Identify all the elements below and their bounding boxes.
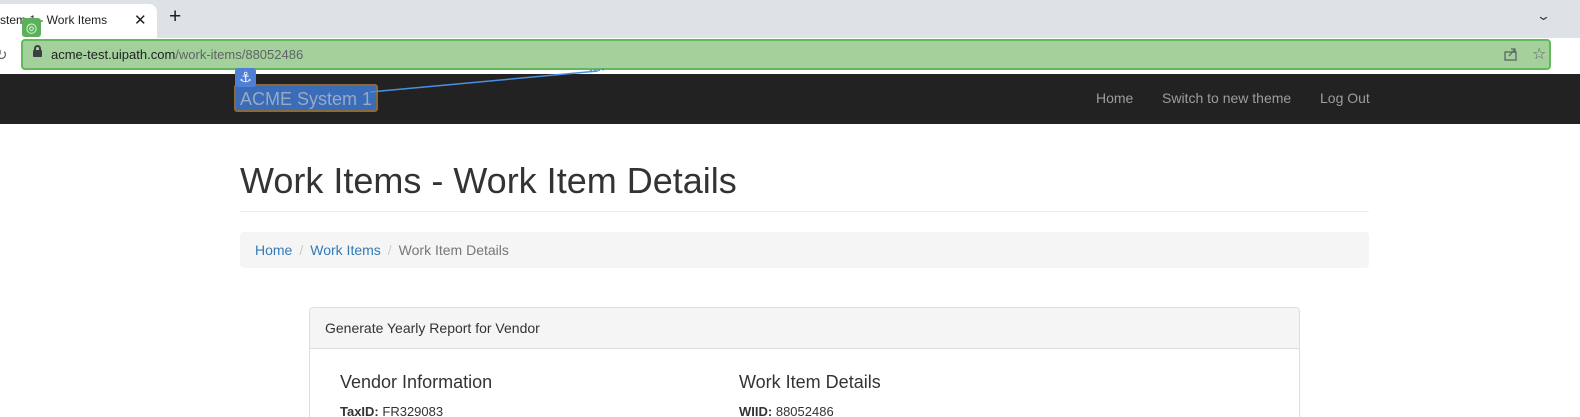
wiid-field: WIID: 88052486 bbox=[739, 404, 834, 417]
breadcrumb-separator: / bbox=[387, 242, 392, 258]
breadcrumb-home[interactable]: Home bbox=[255, 242, 292, 258]
breadcrumb-work-items[interactable]: Work Items bbox=[310, 242, 381, 258]
panel-heading: Generate Yearly Report for Vendor bbox=[310, 308, 1299, 349]
tax-id-field: TaxID: FR329083 bbox=[340, 404, 443, 417]
vendor-information-heading: Vendor Information bbox=[340, 372, 493, 392]
breadcrumb-current: Work Item Details bbox=[398, 242, 509, 258]
breadcrumb: Home / Work Items / Work Item Details bbox=[240, 232, 1369, 268]
anchor-connector-line bbox=[369, 68, 607, 93]
wiid-value: 88052486 bbox=[775, 404, 834, 417]
tax-id-label: TaxID: bbox=[340, 404, 379, 417]
anchor-icon: ⚓ bbox=[235, 68, 256, 87]
wiid-label: WIID: bbox=[739, 404, 773, 417]
title-divider bbox=[240, 211, 1369, 212]
breadcrumb-separator: / bbox=[299, 242, 304, 258]
page-title: Work Items - Work Item Details bbox=[240, 160, 737, 201]
work-item-details-heading: Work Item Details bbox=[739, 372, 881, 392]
tax-id-value: FR329083 bbox=[382, 404, 444, 417]
work-item-panel: Generate Yearly Report for Vendor Vendor… bbox=[309, 307, 1300, 417]
